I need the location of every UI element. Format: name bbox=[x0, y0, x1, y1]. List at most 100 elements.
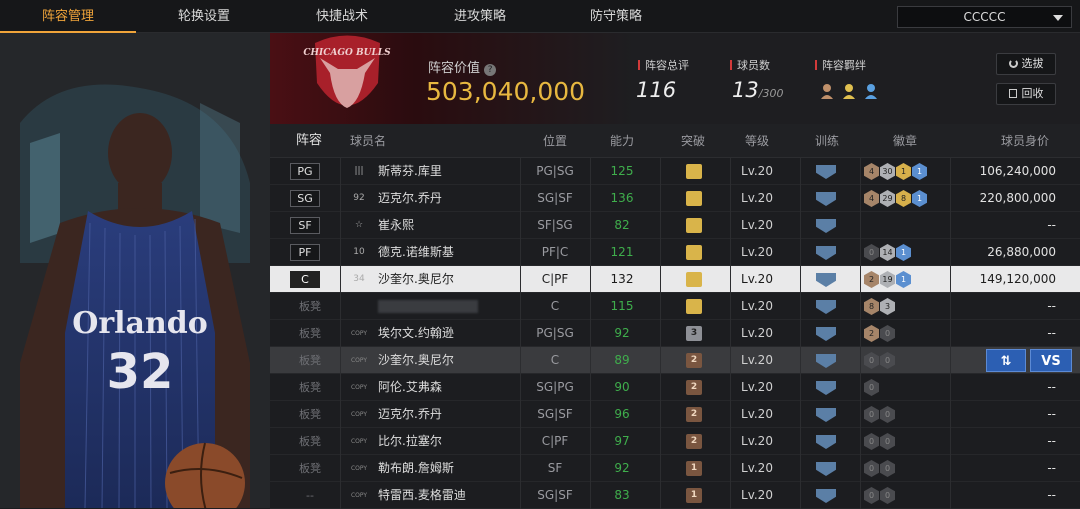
player-value: 106,240,000 bbox=[979, 164, 1056, 178]
badge-list[interactable]: 00 bbox=[864, 487, 896, 504]
player-ability: 115 bbox=[610, 299, 634, 313]
slot-badge: SF bbox=[290, 217, 320, 234]
breakthrough-crown-icon[interactable] bbox=[686, 272, 702, 287]
breakthrough-crown-icon[interactable] bbox=[686, 164, 702, 179]
breakthrough-crown-icon[interactable]: 1 bbox=[686, 488, 702, 503]
table-row[interactable]: 板凳 COPY 阿伦.艾弗森 SG|PG 90 2 Lv.20 0 -- bbox=[270, 374, 1080, 401]
breakthrough-crown-icon[interactable]: 2 bbox=[686, 380, 702, 395]
badge-hex-icon: 0 bbox=[864, 352, 879, 369]
recycle-button[interactable]: 回收 bbox=[996, 83, 1056, 105]
tab-rotation[interactable]: 轮换设置 bbox=[136, 0, 272, 33]
training-shield-icon[interactable] bbox=[816, 219, 836, 233]
table-row[interactable]: 板凳 COPY 比尔.拉塞尔 C|PF 97 2 Lv.20 0 0 -- bbox=[270, 428, 1080, 455]
player-name[interactable]: 比尔.拉塞尔 bbox=[378, 428, 442, 455]
player-name[interactable]: 勒布朗.詹姆斯 bbox=[378, 455, 454, 482]
training-shield-icon[interactable] bbox=[816, 354, 836, 368]
table-row[interactable]: C 34 沙奎尔.奥尼尔 C|PF 132 Lv.20 2 19 1 149,120,000 bbox=[270, 266, 1080, 293]
badge-hex-icon: 0 bbox=[880, 406, 895, 423]
badge-list[interactable]: 83 bbox=[864, 298, 896, 315]
table-row[interactable]: SG 92 迈克尔.乔丹 SG|SF 136 Lv.20 4 29 8 1 220,800,000 bbox=[270, 185, 1080, 212]
table-row[interactable]: PF 10 德克.诺维斯基 PF|C 121 Lv.20 0 14 1 26,880,000 bbox=[270, 239, 1080, 266]
table-row[interactable]: -- COPY 特雷西.麦格雷迪 SG|SF 83 1 Lv.20 0 0 -- bbox=[270, 482, 1080, 509]
column-divider bbox=[950, 401, 951, 428]
player-name[interactable]: 沙奎尔.奥尼尔 bbox=[378, 347, 454, 374]
table-row[interactable]: 板凳 COPY 沙奎尔.奥尼尔 C 89 2 Lv.20 0 0 ⇅ VS bbox=[270, 347, 1080, 374]
badge-list[interactable]: 4 29 8 1 bbox=[864, 190, 928, 207]
badge-hex-icon: 3 bbox=[880, 298, 895, 315]
badge-hex-icon: 14 bbox=[880, 244, 895, 261]
player-name[interactable]: 阿伦.艾弗森 bbox=[378, 374, 442, 401]
player-name[interactable]: 特雷西.麦格雷迪 bbox=[378, 482, 466, 509]
badge-list[interactable]: 0 14 1 bbox=[864, 244, 912, 261]
training-shield-icon[interactable] bbox=[816, 165, 836, 179]
badge-list[interactable]: 00 bbox=[864, 406, 896, 423]
tab-defense[interactable]: 防守策略 bbox=[548, 0, 684, 33]
column-divider bbox=[730, 266, 731, 293]
tab-lineup[interactable]: 阵容管理 bbox=[0, 0, 136, 33]
team-dropdown[interactable]: CCCCC bbox=[897, 6, 1072, 28]
help-icon[interactable]: ? bbox=[484, 64, 497, 76]
player-position: PF|C bbox=[541, 245, 569, 259]
breakthrough-crown-icon[interactable] bbox=[686, 191, 702, 206]
badge-list[interactable]: 0 bbox=[864, 379, 880, 396]
player-name[interactable]: 沙奎尔.奥尼尔 bbox=[378, 266, 454, 293]
player-name[interactable]: 埃尔文.约翰逊 bbox=[378, 320, 454, 347]
breakthrough-crown-icon[interactable]: 1 bbox=[686, 461, 702, 476]
training-shield-icon[interactable] bbox=[816, 489, 836, 503]
column-divider bbox=[660, 482, 661, 509]
player-name[interactable]: 崔永熙 bbox=[378, 212, 414, 239]
select-button[interactable]: 选拔 bbox=[996, 53, 1056, 75]
table-row[interactable]: SF ☆ 崔永熙 SF|SG 82 Lv.20 -- bbox=[270, 212, 1080, 239]
table-row[interactable]: 板凳 C 115 Lv.20 8 3 -- bbox=[270, 293, 1080, 320]
player-name[interactable]: 迈克尔.乔丹 bbox=[378, 401, 442, 428]
breakthrough-crown-icon[interactable] bbox=[686, 299, 702, 314]
trash-icon bbox=[1008, 89, 1017, 98]
badge-list[interactable]: 00 bbox=[864, 460, 896, 477]
training-shield-icon[interactable] bbox=[816, 408, 836, 422]
column-divider bbox=[660, 185, 661, 212]
table-row[interactable]: PG ||| 斯蒂芬.库里 PG|SG 125 Lv.20 4 30 1 1 106,240,000 bbox=[270, 158, 1080, 185]
table-row[interactable]: 板凳 COPY 迈克尔.乔丹 SG|SF 96 2 Lv.20 0 0 -- bbox=[270, 401, 1080, 428]
breakthrough-crown-icon[interactable]: 2 bbox=[686, 353, 702, 368]
breakthrough-crown-icon[interactable]: 2 bbox=[686, 407, 702, 422]
player-name[interactable]: 迈克尔.乔丹 bbox=[378, 185, 442, 212]
training-shield-icon[interactable] bbox=[816, 327, 836, 341]
column-divider bbox=[340, 158, 341, 185]
tab-offense[interactable]: 进攻策略 bbox=[412, 0, 548, 33]
bond-icons[interactable] bbox=[819, 81, 889, 105]
badge-list[interactable]: 20 bbox=[864, 325, 896, 342]
badge-hex-icon: 1 bbox=[912, 190, 927, 207]
column-divider bbox=[590, 320, 591, 347]
training-shield-icon[interactable] bbox=[816, 462, 836, 476]
badge-list[interactable]: 2 19 1 bbox=[864, 271, 912, 288]
column-divider bbox=[950, 185, 951, 212]
training-shield-icon[interactable] bbox=[816, 300, 836, 314]
badge-list[interactable]: 00 bbox=[864, 352, 896, 369]
player-position: SG|PG bbox=[536, 380, 574, 394]
training-shield-icon[interactable] bbox=[816, 435, 836, 449]
training-shield-icon[interactable] bbox=[816, 381, 836, 395]
column-divider bbox=[950, 455, 951, 482]
player-name[interactable]: 斯蒂芬.库里 bbox=[378, 158, 442, 185]
vs-button[interactable]: VS bbox=[1030, 349, 1072, 372]
tab-tactics[interactable]: 快捷战术 bbox=[272, 0, 412, 33]
badge-list[interactable]: 00 bbox=[864, 433, 896, 450]
breakthrough-crown-icon[interactable]: 3 bbox=[686, 326, 702, 341]
breakthrough-crown-icon[interactable] bbox=[686, 245, 702, 260]
table-row[interactable]: 板凳 COPY 埃尔文.约翰逊 PG|SG 92 3 Lv.20 2 0 -- bbox=[270, 320, 1080, 347]
training-shield-icon[interactable] bbox=[816, 192, 836, 206]
badge-hex-icon: 1 bbox=[896, 163, 911, 180]
breakthrough-crown-icon[interactable]: 2 bbox=[686, 434, 702, 449]
player-name[interactable]: 德克.诺维斯基 bbox=[378, 239, 454, 266]
lineup-header: CHICAGO BULLS 阵容价值 ? 503,040,000 阵容总评 11… bbox=[270, 33, 1080, 124]
breakthrough-crown-icon[interactable] bbox=[686, 218, 702, 233]
badge-list[interactable]: 4 30 1 1 bbox=[864, 163, 928, 180]
player-position: C bbox=[550, 353, 560, 367]
table-row[interactable]: 板凳 COPY 勒布朗.詹姆斯 SF 92 1 Lv.20 0 0 -- bbox=[270, 455, 1080, 482]
training-shield-icon[interactable] bbox=[816, 246, 836, 260]
training-shield-icon[interactable] bbox=[816, 273, 836, 287]
column-divider bbox=[590, 455, 591, 482]
column-divider bbox=[950, 239, 951, 266]
player-ability: 89 bbox=[614, 353, 630, 367]
swap-button[interactable]: ⇅ bbox=[986, 349, 1026, 372]
